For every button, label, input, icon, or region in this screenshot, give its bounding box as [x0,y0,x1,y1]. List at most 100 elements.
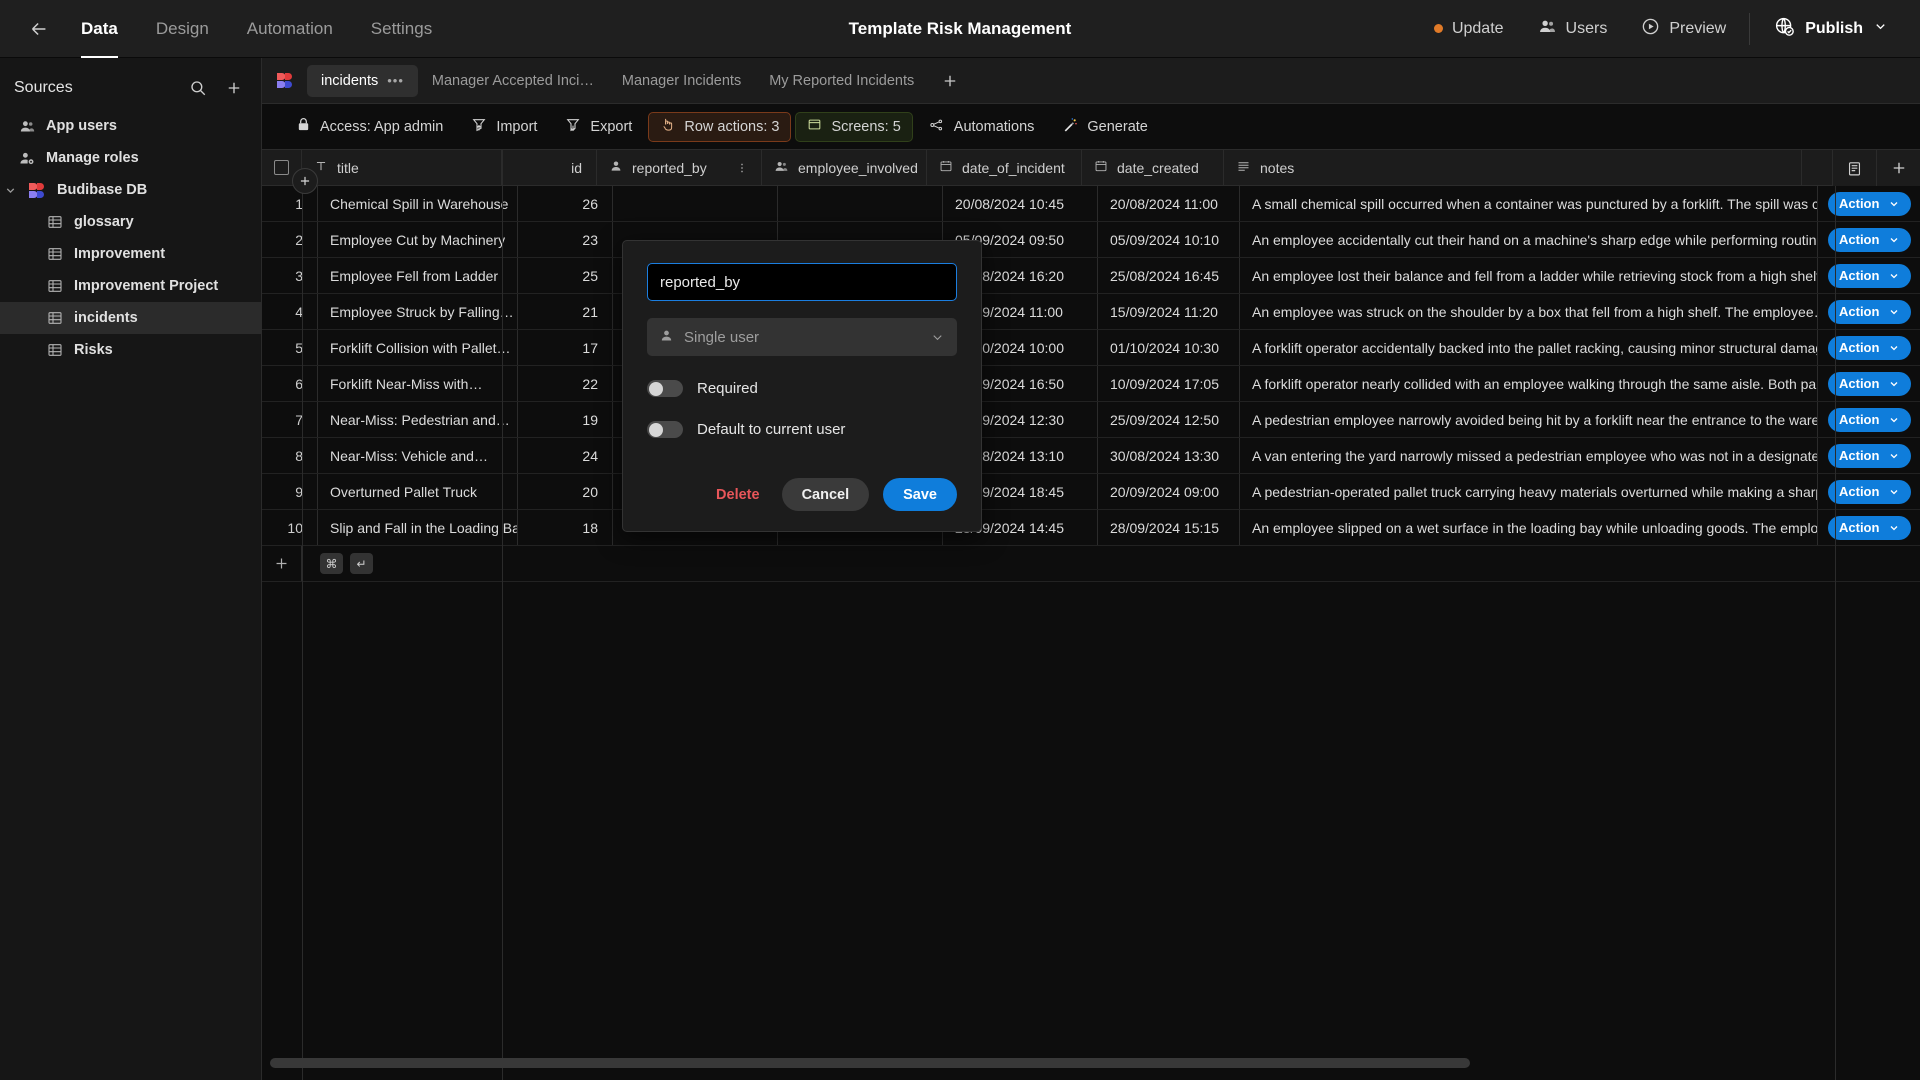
cell-id[interactable]: 21 [518,294,613,329]
chevron-down-icon[interactable] [4,184,18,197]
cell-notes[interactable]: A forklift operator nearly collided with… [1240,366,1818,401]
tab-manager-accepted-incidents[interactable]: Manager Accepted Inci… [418,65,608,97]
horizontal-scrollbar-track[interactable] [262,1058,1920,1070]
chevron-down-icon[interactable] [930,330,945,345]
update-button[interactable]: Update [1417,0,1521,58]
cell-id[interactable]: 24 [518,438,613,473]
column-header-reported-by[interactable]: reported_by [597,150,762,185]
row-actions-button[interactable]: Row actions: 3 [648,111,792,142]
sidebar-item-budibase-db[interactable]: Budibase DB [0,174,261,206]
action-button[interactable]: Action [1828,335,1912,360]
sidebar-item-manage-roles[interactable]: Manage roles [0,142,261,174]
cell-date-created[interactable]: 20/08/2024 11:00 [1098,186,1240,221]
insert-row-button[interactable] [292,168,318,194]
required-toggle[interactable] [647,380,683,397]
column-header-date-created[interactable]: date_created [1082,150,1224,185]
add-row[interactable]: ⌘ ↵ [262,546,1920,582]
add-column-icon[interactable] [1876,150,1920,186]
cell-id[interactable]: 23 [518,222,613,257]
table-row[interactable]: 6 Forklift Near-Miss with… 22 10/09/2024… [262,366,1920,402]
cell-date-created[interactable]: 05/09/2024 10:10 [1098,222,1240,257]
publish-button[interactable]: Publish [1756,0,1898,58]
cell-notes[interactable]: A small chemical spill occurred when a c… [1240,186,1818,221]
cell-title[interactable]: Employee Fell from Ladder [318,258,518,293]
table-row[interactable]: 8 Near-Miss: Vehicle and… 24 30/08/2024 … [262,438,1920,474]
cell-id[interactable]: 25 [518,258,613,293]
action-button[interactable]: Action [1828,479,1912,504]
table-row[interactable]: 3 Employee Fell from Ladder 25 25/08/202… [262,258,1920,294]
cell-id[interactable]: 17 [518,330,613,365]
columns-settings-icon[interactable] [1832,150,1876,186]
column-name-input[interactable] [647,263,957,301]
checkbox-icon[interactable] [274,160,289,175]
action-button[interactable]: Action [1828,191,1912,216]
top-nav-item-design[interactable]: Design [137,0,228,58]
table-row[interactable]: 7 Near-Miss: Pedestrian and… 19 25/09/20… [262,402,1920,438]
cell-id[interactable]: 22 [518,366,613,401]
cell-reported-by[interactable] [613,186,778,221]
cell-notes[interactable]: An employee was struck on the shoulder b… [1240,294,1818,329]
cell-id[interactable]: 26 [518,186,613,221]
cell-title[interactable]: Near-Miss: Pedestrian and… [318,402,518,437]
action-button[interactable]: Action [1828,407,1912,432]
save-button[interactable]: Save [883,478,957,511]
sidebar-item-app-users[interactable]: App users [0,110,261,142]
cell-notes[interactable]: A pedestrian employee narrowly avoided b… [1240,402,1818,437]
screens-button[interactable]: Screens: 5 [795,111,913,142]
back-arrow-icon[interactable] [16,18,62,40]
top-nav-item-settings[interactable]: Settings [352,0,451,58]
column-menu-icon[interactable] [735,161,749,175]
import-button[interactable]: Import [459,112,549,142]
sidebar-item-glossary[interactable]: glossary [0,206,261,238]
column-header-date-of-incident[interactable]: date_of_incident [927,150,1082,185]
action-button[interactable]: Action [1828,263,1912,288]
chevron-down-icon[interactable] [1873,19,1888,39]
cell-title[interactable]: Forklift Collision with Pallet… [318,330,518,365]
cell-title[interactable]: Forklift Near-Miss with… [318,366,518,401]
cell-date-created[interactable]: 25/09/2024 12:50 [1098,402,1240,437]
table-row[interactable]: 5 Forklift Collision with Pallet… 17 01/… [262,330,1920,366]
cell-id[interactable]: 19 [518,402,613,437]
cell-title[interactable]: Near-Miss: Vehicle and… [318,438,518,473]
cell-title[interactable]: Employee Cut by Machinery [318,222,518,257]
action-button[interactable]: Action [1828,443,1912,468]
cell-notes[interactable]: An employee lost their balance and fell … [1240,258,1818,293]
sidebar-item-improvement[interactable]: Improvement [0,238,261,270]
action-button[interactable]: Action [1828,371,1912,396]
cell-date-of-incident[interactable]: 20/08/2024 10:45 [943,186,1098,221]
add-row-icon[interactable] [262,546,302,581]
table-row[interactable]: 9 Overturned Pallet Truck 20 19/09/2024 … [262,474,1920,510]
table-row[interactable]: 4 Employee Struck by Falling… 21 15/09/2… [262,294,1920,330]
access-button[interactable]: Access: App admin [284,112,455,142]
cell-date-created[interactable]: 28/09/2024 15:15 [1098,510,1240,545]
sidebar-item-incidents[interactable]: incidents [0,302,261,334]
cell-date-created[interactable]: 10/09/2024 17:05 [1098,366,1240,401]
tab-menu-icon[interactable]: ••• [387,73,404,88]
cancel-button[interactable]: Cancel [781,478,870,511]
cell-title[interactable]: Employee Struck by Falling… [318,294,518,329]
action-button[interactable]: Action [1828,515,1912,540]
horizontal-scrollbar-thumb[interactable] [270,1058,1470,1068]
generate-button[interactable]: Generate [1050,112,1159,142]
cell-employee-involved[interactable] [778,186,943,221]
cell-date-created[interactable]: 20/09/2024 09:00 [1098,474,1240,509]
automations-button[interactable]: Automations [917,112,1047,142]
users-button[interactable]: Users [1521,0,1625,58]
delete-button[interactable]: Delete [708,478,768,511]
search-icon[interactable] [189,79,207,97]
cell-notes[interactable]: A forklift operator accidentally backed … [1240,330,1818,365]
cell-notes[interactable]: An employee slipped on a wet surface in … [1240,510,1818,545]
action-button[interactable]: Action [1828,299,1912,324]
tab-my-reported-incidents[interactable]: My Reported Incidents [755,65,928,97]
column-header-notes[interactable]: notes [1224,150,1802,185]
cell-id[interactable]: 18 [518,510,613,545]
cell-date-created[interactable]: 15/09/2024 11:20 [1098,294,1240,329]
export-button[interactable]: Export [553,112,644,142]
add-source-icon[interactable] [225,79,243,97]
cell-notes[interactable]: An employee accidentally cut their hand … [1240,222,1818,257]
column-header-title[interactable]: title [302,150,502,185]
cell-date-created[interactable]: 01/10/2024 10:30 [1098,330,1240,365]
cell-id[interactable]: 20 [518,474,613,509]
action-button[interactable]: Action [1828,227,1912,252]
cell-notes[interactable]: A pedestrian-operated pallet truck carry… [1240,474,1818,509]
